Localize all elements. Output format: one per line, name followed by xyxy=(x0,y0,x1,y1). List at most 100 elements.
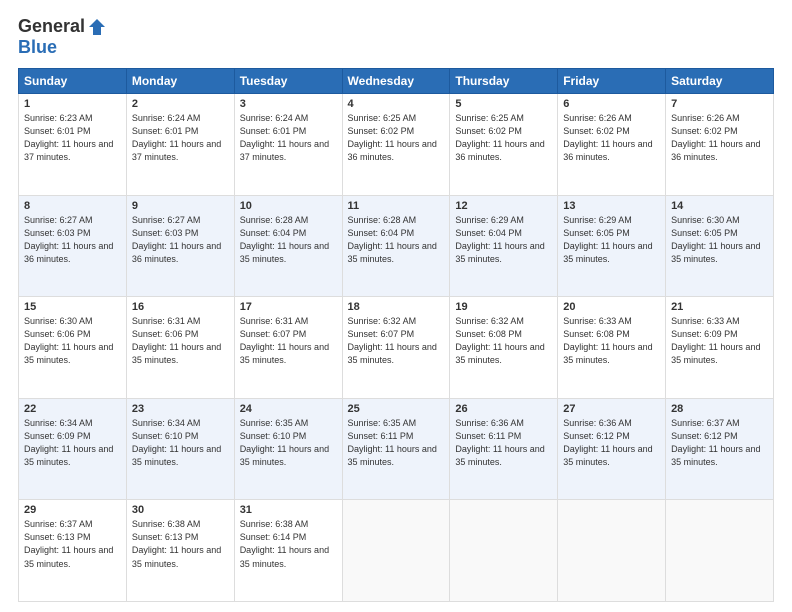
calendar-day-cell: 25 Sunrise: 6:35 AMSunset: 6:11 PMDayligh… xyxy=(342,398,450,500)
day-info: Sunrise: 6:37 AMSunset: 6:12 PMDaylight:… xyxy=(671,418,760,467)
day-number: 16 xyxy=(132,301,229,313)
calendar-day-cell: 5 Sunrise: 6:25 AMSunset: 6:02 PMDaylight… xyxy=(450,94,558,196)
day-info: Sunrise: 6:30 AMSunset: 6:06 PMDaylight:… xyxy=(24,316,113,365)
calendar-week-row: 29 Sunrise: 6:37 AMSunset: 6:13 PMDayligh… xyxy=(19,500,774,602)
calendar-table: SundayMondayTuesdayWednesdayThursdayFrid… xyxy=(18,68,774,602)
logo: General Blue xyxy=(18,16,107,58)
calendar-day-cell: 23 Sunrise: 6:34 AMSunset: 6:10 PMDayligh… xyxy=(126,398,234,500)
day-number: 2 xyxy=(132,98,229,110)
calendar-day-header: Tuesday xyxy=(234,69,342,94)
calendar-day-cell: 2 Sunrise: 6:24 AMSunset: 6:01 PMDaylight… xyxy=(126,94,234,196)
day-number: 27 xyxy=(563,403,660,415)
calendar-day-cell: 16Sunrise: 6:31 AMSunset: 6:06 PMDayligh… xyxy=(126,297,234,399)
calendar-day-cell: 12 Sunrise: 6:29 AMSunset: 6:04 PMDayligh… xyxy=(450,195,558,297)
day-number: 1 xyxy=(24,98,121,110)
day-info: Sunrise: 6:32 AMSunset: 6:08 PMDaylight:… xyxy=(455,316,544,365)
day-info: Sunrise: 6:32 AMSunset: 6:07 PMDaylight:… xyxy=(348,316,437,365)
day-number: 5 xyxy=(455,98,552,110)
calendar-day-cell: 18 Sunrise: 6:32 AMSunset: 6:07 PMDayligh… xyxy=(342,297,450,399)
day-info: Sunrise: 6:35 AMSunset: 6:10 PMDaylight:… xyxy=(240,418,329,467)
day-number: 15 xyxy=(24,301,121,313)
calendar-week-row: 8 Sunrise: 6:27 AMSunset: 6:03 PMDaylight… xyxy=(19,195,774,297)
day-info: Sunrise: 6:31 AMSunset: 6:07 PMDaylight:… xyxy=(240,316,329,365)
day-number: 7 xyxy=(671,98,768,110)
day-number: 26 xyxy=(455,403,552,415)
day-number: 6 xyxy=(563,98,660,110)
day-number: 23 xyxy=(132,403,229,415)
calendar-day-cell: 24 Sunrise: 6:35 AMSunset: 6:10 PMDayligh… xyxy=(234,398,342,500)
calendar-header-row: SundayMondayTuesdayWednesdayThursdayFrid… xyxy=(19,69,774,94)
day-number: 25 xyxy=(348,403,445,415)
day-number: 13 xyxy=(563,200,660,212)
day-info: Sunrise: 6:26 AMSunset: 6:02 PMDaylight:… xyxy=(563,113,652,162)
day-info: Sunrise: 6:29 AMSunset: 6:04 PMDaylight:… xyxy=(455,215,544,264)
day-info: Sunrise: 6:34 AMSunset: 6:09 PMDaylight:… xyxy=(24,418,113,467)
calendar-day-header: Friday xyxy=(558,69,666,94)
calendar-day-cell: 14 Sunrise: 6:30 AMSunset: 6:05 PMDayligh… xyxy=(666,195,774,297)
day-info: Sunrise: 6:33 AMSunset: 6:08 PMDaylight:… xyxy=(563,316,652,365)
day-info: Sunrise: 6:25 AMSunset: 6:02 PMDaylight:… xyxy=(348,113,437,162)
day-info: Sunrise: 6:30 AMSunset: 6:05 PMDaylight:… xyxy=(671,215,760,264)
calendar-day-cell: 27Sunrise: 6:36 AMSunset: 6:12 PMDayligh… xyxy=(558,398,666,500)
day-number: 12 xyxy=(455,200,552,212)
calendar-day-cell xyxy=(666,500,774,602)
header: General Blue xyxy=(18,16,774,58)
calendar-day-cell: 11Sunrise: 6:28 AMSunset: 6:04 PMDayligh… xyxy=(342,195,450,297)
calendar-day-header: Sunday xyxy=(19,69,127,94)
calendar-day-header: Saturday xyxy=(666,69,774,94)
day-number: 30 xyxy=(132,504,229,516)
calendar-day-cell: 20 Sunrise: 6:33 AMSunset: 6:08 PMDayligh… xyxy=(558,297,666,399)
day-info: Sunrise: 6:27 AMSunset: 6:03 PMDaylight:… xyxy=(132,215,221,264)
calendar-week-row: 1Sunrise: 6:23 AMSunset: 6:01 PMDaylight… xyxy=(19,94,774,196)
day-number: 22 xyxy=(24,403,121,415)
calendar-day-cell: 22 Sunrise: 6:34 AMSunset: 6:09 PMDayligh… xyxy=(19,398,127,500)
day-info: Sunrise: 6:36 AMSunset: 6:11 PMDaylight:… xyxy=(455,418,544,467)
day-number: 9 xyxy=(132,200,229,212)
calendar-day-cell: 6 Sunrise: 6:26 AMSunset: 6:02 PMDaylight… xyxy=(558,94,666,196)
day-number: 4 xyxy=(348,98,445,110)
logo-icon xyxy=(87,17,107,37)
day-number: 10 xyxy=(240,200,337,212)
day-info: Sunrise: 6:26 AMSunset: 6:02 PMDaylight:… xyxy=(671,113,760,162)
calendar-day-cell: 26 Sunrise: 6:36 AMSunset: 6:11 PMDayligh… xyxy=(450,398,558,500)
calendar-day-header: Wednesday xyxy=(342,69,450,94)
day-info: Sunrise: 6:34 AMSunset: 6:10 PMDaylight:… xyxy=(132,418,221,467)
calendar-day-cell: 17 Sunrise: 6:31 AMSunset: 6:07 PMDayligh… xyxy=(234,297,342,399)
day-number: 31 xyxy=(240,504,337,516)
calendar-day-cell xyxy=(450,500,558,602)
day-number: 24 xyxy=(240,403,337,415)
day-number: 21 xyxy=(671,301,768,313)
calendar-day-cell: 31Sunrise: 6:38 AMSunset: 6:14 PMDayligh… xyxy=(234,500,342,602)
day-number: 8 xyxy=(24,200,121,212)
calendar-day-cell: 7 Sunrise: 6:26 AMSunset: 6:02 PMDaylight… xyxy=(666,94,774,196)
calendar-day-cell: 29 Sunrise: 6:37 AMSunset: 6:13 PMDayligh… xyxy=(19,500,127,602)
calendar-day-cell: 10 Sunrise: 6:28 AMSunset: 6:04 PMDayligh… xyxy=(234,195,342,297)
logo-blue-text: Blue xyxy=(18,37,57,58)
calendar-day-cell: 4 Sunrise: 6:25 AMSunset: 6:02 PMDaylight… xyxy=(342,94,450,196)
day-number: 14 xyxy=(671,200,768,212)
calendar-day-cell: 21Sunrise: 6:33 AMSunset: 6:09 PMDayligh… xyxy=(666,297,774,399)
day-number: 17 xyxy=(240,301,337,313)
calendar-day-cell: 8Sunrise: 6:27 AMSunset: 6:03 PMDaylight… xyxy=(19,195,127,297)
day-number: 20 xyxy=(563,301,660,313)
calendar-day-cell: 1Sunrise: 6:23 AMSunset: 6:01 PMDaylight… xyxy=(19,94,127,196)
day-info: Sunrise: 6:37 AMSunset: 6:13 PMDaylight:… xyxy=(24,519,113,568)
day-info: Sunrise: 6:25 AMSunset: 6:02 PMDaylight:… xyxy=(455,113,544,162)
day-info: Sunrise: 6:38 AMSunset: 6:13 PMDaylight:… xyxy=(132,519,221,568)
calendar-week-row: 15 Sunrise: 6:30 AMSunset: 6:06 PMDayligh… xyxy=(19,297,774,399)
calendar-day-cell: 15 Sunrise: 6:30 AMSunset: 6:06 PMDayligh… xyxy=(19,297,127,399)
day-info: Sunrise: 6:24 AMSunset: 6:01 PMDaylight:… xyxy=(132,113,221,162)
day-info: Sunrise: 6:28 AMSunset: 6:04 PMDaylight:… xyxy=(240,215,329,264)
day-number: 18 xyxy=(348,301,445,313)
day-number: 29 xyxy=(24,504,121,516)
day-number: 19 xyxy=(455,301,552,313)
page: General Blue SundayMondayTuesdayWednesda… xyxy=(0,0,792,612)
day-info: Sunrise: 6:35 AMSunset: 6:11 PMDaylight:… xyxy=(348,418,437,467)
day-number: 11 xyxy=(348,200,445,212)
calendar-week-row: 22 Sunrise: 6:34 AMSunset: 6:09 PMDayligh… xyxy=(19,398,774,500)
calendar-day-cell: 13Sunrise: 6:29 AMSunset: 6:05 PMDayligh… xyxy=(558,195,666,297)
calendar-day-cell: 3Sunrise: 6:24 AMSunset: 6:01 PMDaylight… xyxy=(234,94,342,196)
calendar-day-cell: 30 Sunrise: 6:38 AMSunset: 6:13 PMDayligh… xyxy=(126,500,234,602)
logo-general-text: General xyxy=(18,16,85,37)
day-number: 28 xyxy=(671,403,768,415)
